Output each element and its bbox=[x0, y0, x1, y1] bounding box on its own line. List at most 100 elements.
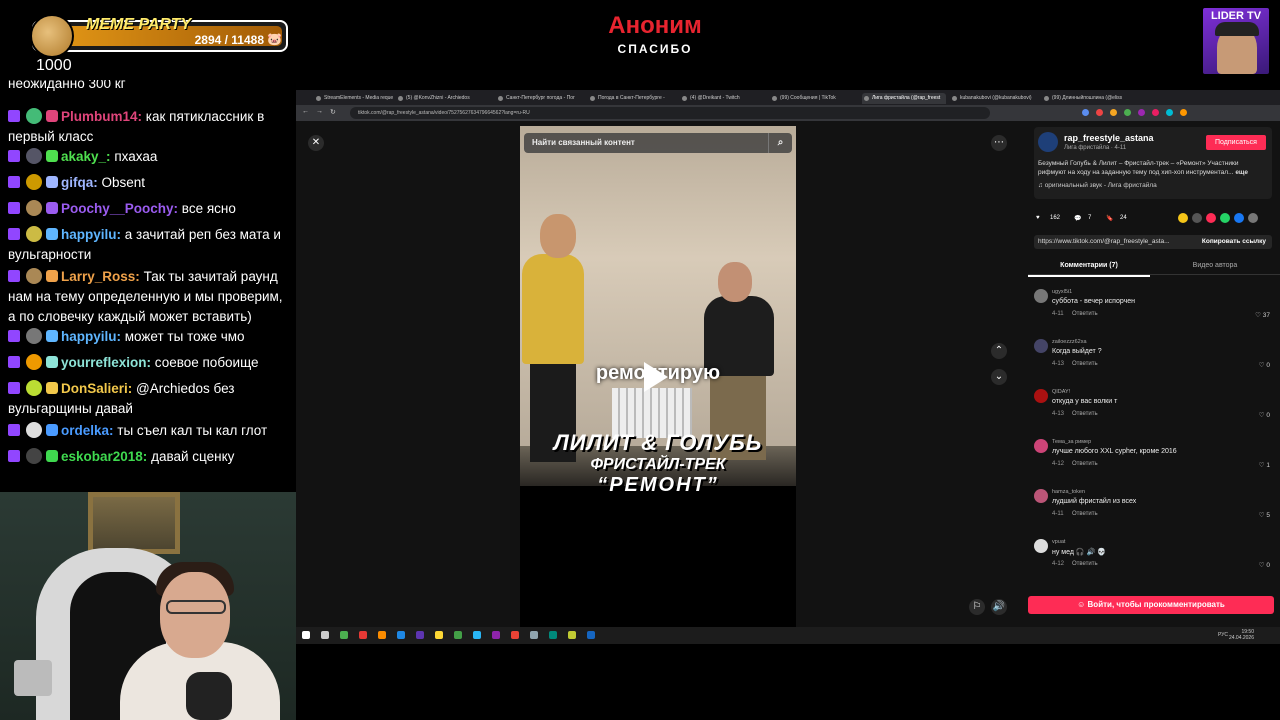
share-icon[interactable] bbox=[1178, 213, 1188, 223]
taskbar-app-icon[interactable] bbox=[397, 631, 405, 639]
comment-like[interactable]: ♡ 1 bbox=[1259, 461, 1270, 469]
play-icon[interactable] bbox=[644, 362, 668, 392]
taskbar-app-icon[interactable] bbox=[473, 631, 481, 639]
whatsapp-icon[interactable] bbox=[1220, 213, 1230, 223]
reply-button[interactable]: Ответить bbox=[1072, 361, 1098, 367]
chat-username[interactable]: ordelka: bbox=[61, 423, 114, 438]
browser-tab[interactable]: Погода в Санкт-Петербурге - bbox=[588, 93, 672, 104]
taskbar-app-icon[interactable] bbox=[340, 631, 348, 639]
volume-icon[interactable]: 🔊 bbox=[991, 599, 1007, 615]
comment-like[interactable]: ♡ 0 bbox=[1259, 361, 1270, 369]
facebook-icon[interactable] bbox=[1234, 213, 1244, 223]
commenter-name[interactable]: hamza_token bbox=[1052, 489, 1085, 495]
url-field[interactable]: tiktok.com/@rap_freestyle_astana/video/7… bbox=[350, 107, 990, 119]
back-icon[interactable]: ← bbox=[302, 108, 309, 115]
search-icon[interactable]: ⌕ bbox=[768, 133, 792, 153]
chat-username[interactable]: Larry_Ross: bbox=[61, 269, 140, 284]
like-icon[interactable]: ♥ bbox=[1036, 215, 1040, 221]
more-options-icon[interactable]: ⋯ bbox=[991, 135, 1007, 151]
browser-tab[interactable]: StreamElements - Media reque bbox=[314, 93, 398, 104]
embed-icon[interactable] bbox=[1192, 213, 1202, 223]
chat-username[interactable]: gifqa: bbox=[61, 175, 98, 190]
taskbar-app-icon[interactable] bbox=[416, 631, 424, 639]
extension-icon[interactable] bbox=[1180, 109, 1187, 116]
folder-icon[interactable] bbox=[435, 631, 443, 639]
related-search-bar[interactable]: Найти связанный контент ⌕ bbox=[524, 133, 792, 153]
extension-icon[interactable] bbox=[1110, 109, 1117, 116]
send-icon[interactable] bbox=[1206, 213, 1216, 223]
commenter-avatar[interactable] bbox=[1034, 339, 1048, 353]
chat-username[interactable]: akaky_: bbox=[61, 149, 111, 164]
follow-button[interactable]: Подписаться bbox=[1206, 135, 1266, 150]
browser-tab[interactable]: Санкт-Петербург погода - Пог bbox=[496, 93, 580, 104]
extension-icon[interactable] bbox=[1138, 109, 1145, 116]
keyboard-language[interactable]: РУС bbox=[1218, 632, 1228, 638]
chat-username[interactable]: yourreflexion: bbox=[61, 355, 151, 370]
reply-button[interactable]: Ответить bbox=[1072, 311, 1098, 317]
browser-tab[interactable]: kubanakubovi (@kubanakubovi) bbox=[950, 93, 1034, 104]
commenter-avatar[interactable] bbox=[1034, 289, 1048, 303]
comment-like[interactable]: ♡ 37 bbox=[1255, 311, 1270, 319]
reload-icon[interactable]: ↻ bbox=[330, 108, 336, 116]
taskbar-app-icon[interactable] bbox=[359, 631, 367, 639]
taskbar-app-icon[interactable] bbox=[530, 631, 538, 639]
taskbar-app-icon[interactable] bbox=[549, 631, 557, 639]
sound-label[interactable]: ♫ оригинальный звук - Лига фристайла bbox=[1038, 182, 1157, 189]
chat-username[interactable]: happyilu: bbox=[61, 329, 121, 344]
extension-icon[interactable] bbox=[1082, 109, 1089, 116]
reply-button[interactable]: Ответить bbox=[1072, 461, 1098, 467]
browser-tab[interactable]: (5) @KonvZhizni - Archiedos bbox=[396, 93, 480, 104]
taskbar-app-icon[interactable] bbox=[492, 631, 500, 639]
report-icon[interactable]: ⚐ bbox=[969, 599, 985, 615]
extension-icon[interactable] bbox=[1124, 109, 1131, 116]
commenter-avatar[interactable] bbox=[1034, 539, 1048, 553]
comment-like[interactable]: ♡ 5 bbox=[1259, 511, 1270, 519]
comment-like[interactable]: ♡ 0 bbox=[1259, 561, 1270, 569]
steam-icon[interactable] bbox=[587, 631, 595, 639]
chat-username[interactable]: eskobar2018: bbox=[61, 449, 147, 464]
extension-icon[interactable] bbox=[1166, 109, 1173, 116]
system-clock[interactable]: 19:50 24.04.2026 bbox=[1229, 629, 1254, 641]
author-avatar[interactable] bbox=[1038, 132, 1058, 152]
commenter-avatar[interactable] bbox=[1034, 489, 1048, 503]
share-arrow-icon[interactable] bbox=[1248, 213, 1258, 223]
commenter-name[interactable]: vpuat bbox=[1052, 539, 1065, 545]
browser-tab[interactable]: (4) @Dreikant - Twitch bbox=[680, 93, 764, 104]
reply-button[interactable]: Ответить bbox=[1072, 561, 1098, 567]
commenter-name[interactable]: zailoezzz62xa bbox=[1052, 339, 1087, 345]
comment-like[interactable]: ♡ 0 bbox=[1259, 411, 1270, 419]
author-name[interactable]: rap_freestyle_astana bbox=[1064, 133, 1154, 143]
more-link[interactable]: еще bbox=[1235, 169, 1248, 176]
taskbar-app-icon[interactable] bbox=[454, 631, 462, 639]
reply-button[interactable]: Ответить bbox=[1072, 511, 1098, 517]
tab-author-videos[interactable]: Видео автора bbox=[1154, 257, 1276, 275]
reply-button[interactable]: Ответить bbox=[1072, 411, 1098, 417]
chat-username[interactable]: DonSalieri: bbox=[61, 381, 132, 396]
browser-tab[interactable]: Лига фристайла (@rap_freest bbox=[862, 93, 946, 104]
browser-tab[interactable]: (99) Длинныйпошлина (@eliss bbox=[1042, 93, 1126, 104]
next-video-icon[interactable]: ⌄ bbox=[991, 369, 1007, 385]
commenter-name[interactable]: Тема_за ример bbox=[1052, 439, 1091, 445]
bookmark-icon[interactable]: 🔖 bbox=[1106, 215, 1113, 222]
commenter-avatar[interactable] bbox=[1034, 389, 1048, 403]
taskbar-app-icon[interactable] bbox=[378, 631, 386, 639]
extension-icon[interactable] bbox=[1096, 109, 1103, 116]
chat-username[interactable]: happyilu: bbox=[61, 227, 121, 242]
taskbar-app-icon[interactable] bbox=[568, 631, 576, 639]
video-player[interactable]: Найти связанный контент ⌕ ремонтирую ЛИЛ… bbox=[520, 126, 796, 627]
tab-comments[interactable]: Комментарии (7) bbox=[1028, 257, 1150, 277]
chat-username[interactable]: Poochy__Poochy: bbox=[61, 201, 178, 216]
browser-tab[interactable]: (99) Сообщения | TikTok bbox=[770, 93, 854, 104]
chrome-icon[interactable] bbox=[511, 631, 519, 639]
commenter-name[interactable]: QIDAY! bbox=[1052, 389, 1070, 395]
share-url[interactable]: https://www.tiktok.com/@rap_freestyle_as… bbox=[1038, 235, 1170, 249]
login-to-comment-button[interactable]: ☺ Войти, чтобы прокомментировать bbox=[1028, 596, 1274, 614]
taskbar-search-icon[interactable] bbox=[321, 631, 329, 639]
previous-video-icon[interactable]: ⌃ bbox=[991, 343, 1007, 359]
chat-username[interactable]: Plumbum14: bbox=[61, 109, 142, 124]
commenter-name[interactable]: ugyxl5i1 bbox=[1052, 289, 1072, 295]
extension-icon[interactable] bbox=[1152, 109, 1159, 116]
comment-icon[interactable]: 💬 bbox=[1074, 215, 1081, 222]
start-icon[interactable] bbox=[302, 631, 310, 639]
copy-link-button[interactable]: Копировать ссылку bbox=[1202, 235, 1266, 249]
